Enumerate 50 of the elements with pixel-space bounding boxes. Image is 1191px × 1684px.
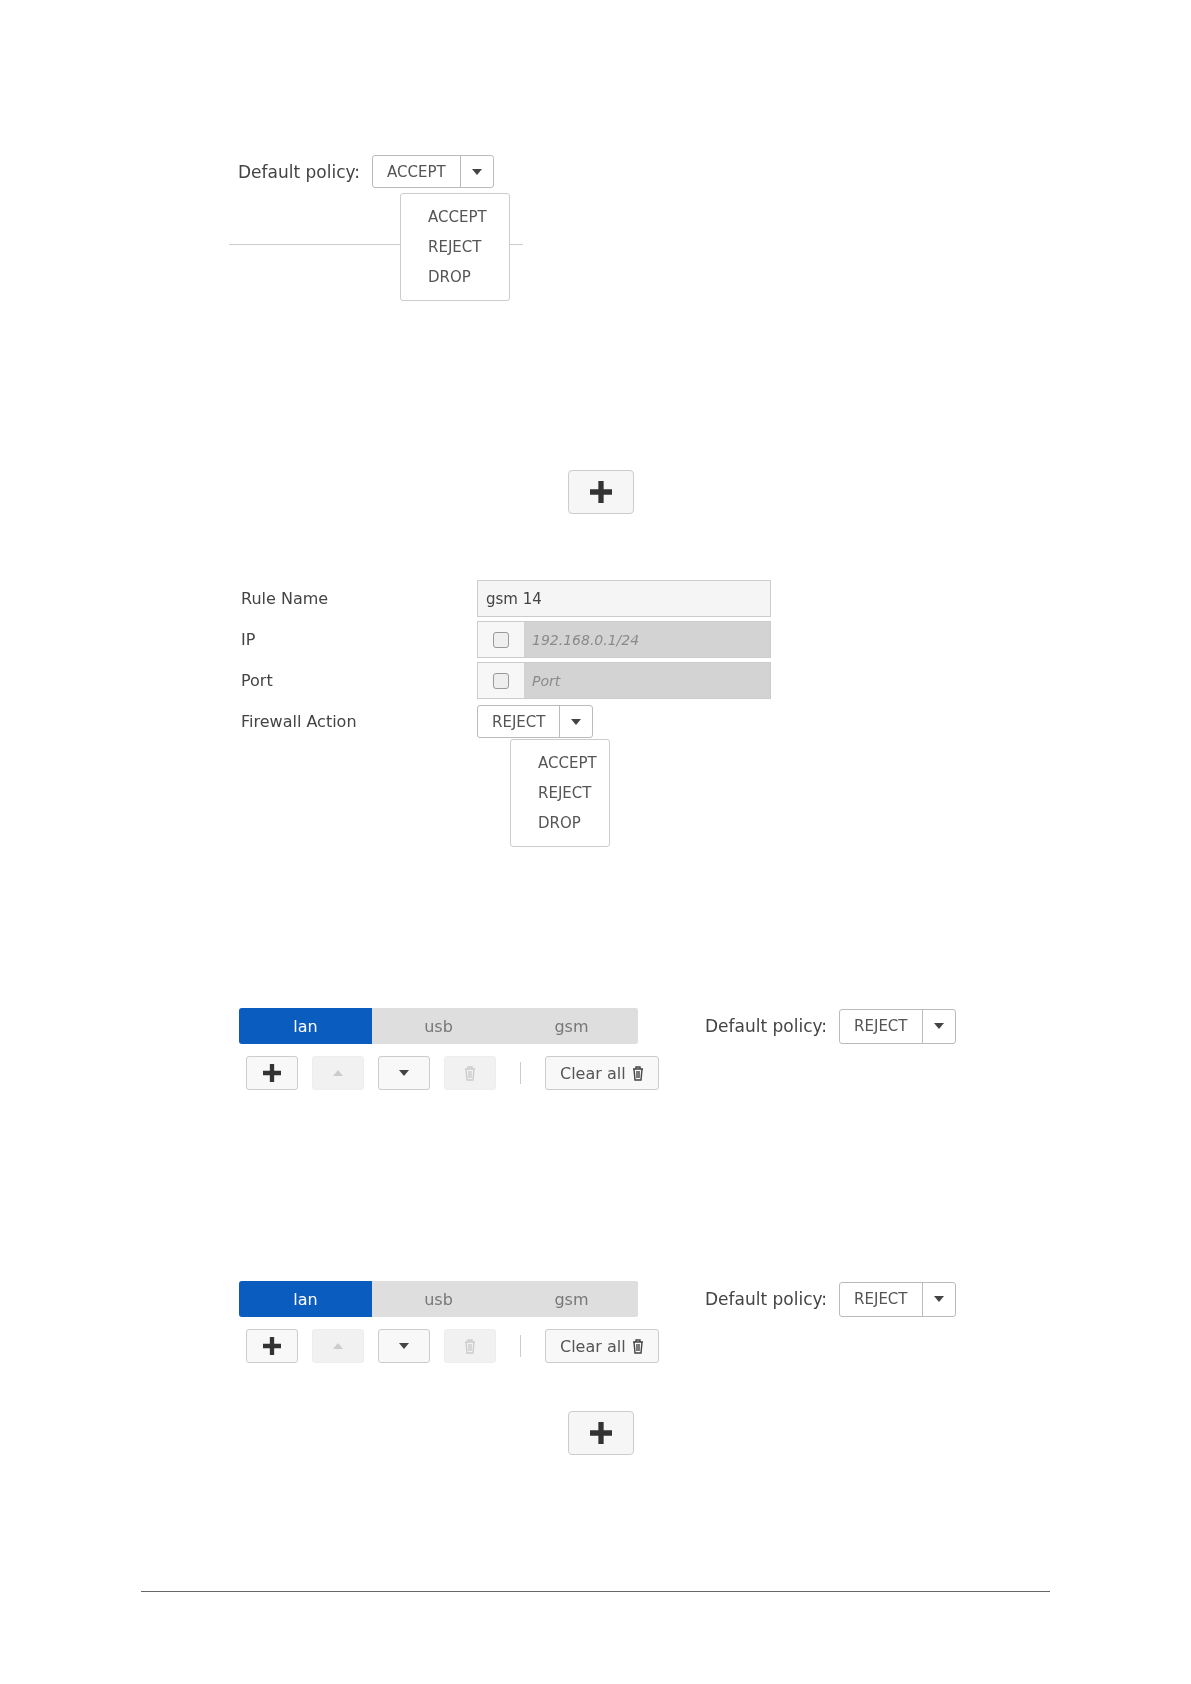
clear-all-button[interactable]: Clear all [545, 1329, 659, 1363]
field-label: Default policy: [705, 1016, 828, 1036]
menu-item[interactable]: ACCEPT [511, 748, 609, 778]
tab[interactable]: lan [239, 1008, 372, 1044]
caret-icon [333, 1343, 343, 1349]
field-label: Firewall Action [241, 712, 358, 731]
trash-icon [464, 1065, 476, 1081]
checkbox[interactable] [493, 631, 509, 648]
select-value: ACCEPT [373, 156, 461, 187]
select-value: REJECT [840, 1282, 923, 1316]
select-value: REJECT [840, 1009, 923, 1043]
caret-icon [333, 1070, 343, 1076]
field-label: IP [241, 630, 257, 649]
field-label: Port [241, 671, 274, 690]
field-label: Default policy: [705, 1289, 828, 1309]
policy-select[interactable]: ACCEPT [372, 155, 494, 188]
move-down-button[interactable] [378, 1056, 430, 1090]
field-label: Rule Name [241, 589, 330, 608]
caret-icon [399, 1343, 409, 1349]
caret-icon [571, 718, 582, 725]
policy-select[interactable]: REJECT [839, 1008, 956, 1044]
add-button[interactable] [567, 470, 634, 514]
plus-icon [589, 1422, 612, 1444]
menu-item[interactable]: REJECT [401, 232, 509, 262]
field-label: Default policy: [238, 161, 361, 182]
checkbox[interactable] [493, 672, 509, 689]
clear-all-button[interactable]: Clear all [545, 1056, 659, 1090]
caret-icon [399, 1070, 409, 1076]
move-down-button[interactable] [378, 1329, 430, 1363]
menu-item[interactable]: DROP [511, 808, 609, 838]
tab[interactable]: lan [239, 1281, 372, 1317]
select-value: REJECT [478, 706, 561, 737]
trash-icon [631, 1338, 644, 1354]
plus-icon [589, 481, 612, 503]
policy-select[interactable]: REJECT [839, 1281, 956, 1317]
text-field[interactable]: gsm 14 [477, 580, 771, 617]
menu-item[interactable]: DROP [401, 262, 509, 292]
menu-item[interactable]: ACCEPT [401, 202, 509, 232]
plus-icon [263, 1064, 281, 1082]
caret-icon [471, 168, 482, 175]
action-select[interactable]: REJECT [477, 705, 594, 738]
trash-icon [464, 1338, 476, 1354]
add-button[interactable] [246, 1056, 298, 1090]
menu-item[interactable]: REJECT [511, 778, 609, 808]
caret-icon [933, 1023, 944, 1029]
add-button[interactable] [246, 1329, 298, 1363]
trash-icon [631, 1065, 644, 1081]
add-button[interactable] [567, 1411, 634, 1455]
caret-icon [933, 1296, 944, 1302]
plus-icon [263, 1337, 281, 1355]
